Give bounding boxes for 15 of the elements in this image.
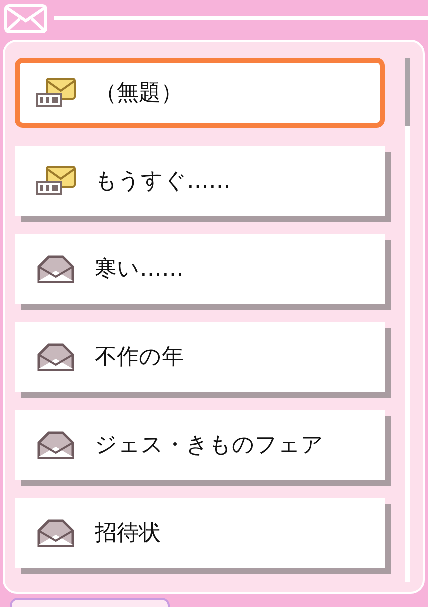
mail-subject: 寒い…… — [95, 256, 184, 284]
mail-item[interactable]: 寒い…… — [15, 234, 385, 304]
mail-subject: もうすぐ…… — [95, 168, 231, 196]
mail-item[interactable]: もうすぐ…… — [15, 146, 385, 216]
mail-item[interactable]: 招待状 — [15, 498, 385, 568]
mail-subject: 不作の年 — [95, 344, 184, 372]
mail-item[interactable]: 不作の年 — [15, 322, 385, 392]
bottom-tab[interactable] — [10, 598, 170, 607]
mail-subject: 招待状 — [95, 520, 161, 548]
scrollbar[interactable] — [405, 58, 410, 582]
mail-item[interactable]: ジェス・きものフェア — [15, 410, 385, 480]
mail-icon — [4, 4, 48, 34]
mail-subject: （無題） — [95, 80, 183, 108]
mail-item[interactable]: （無題） — [15, 58, 385, 128]
mail-subject: ジェス・きものフェア — [95, 432, 324, 460]
